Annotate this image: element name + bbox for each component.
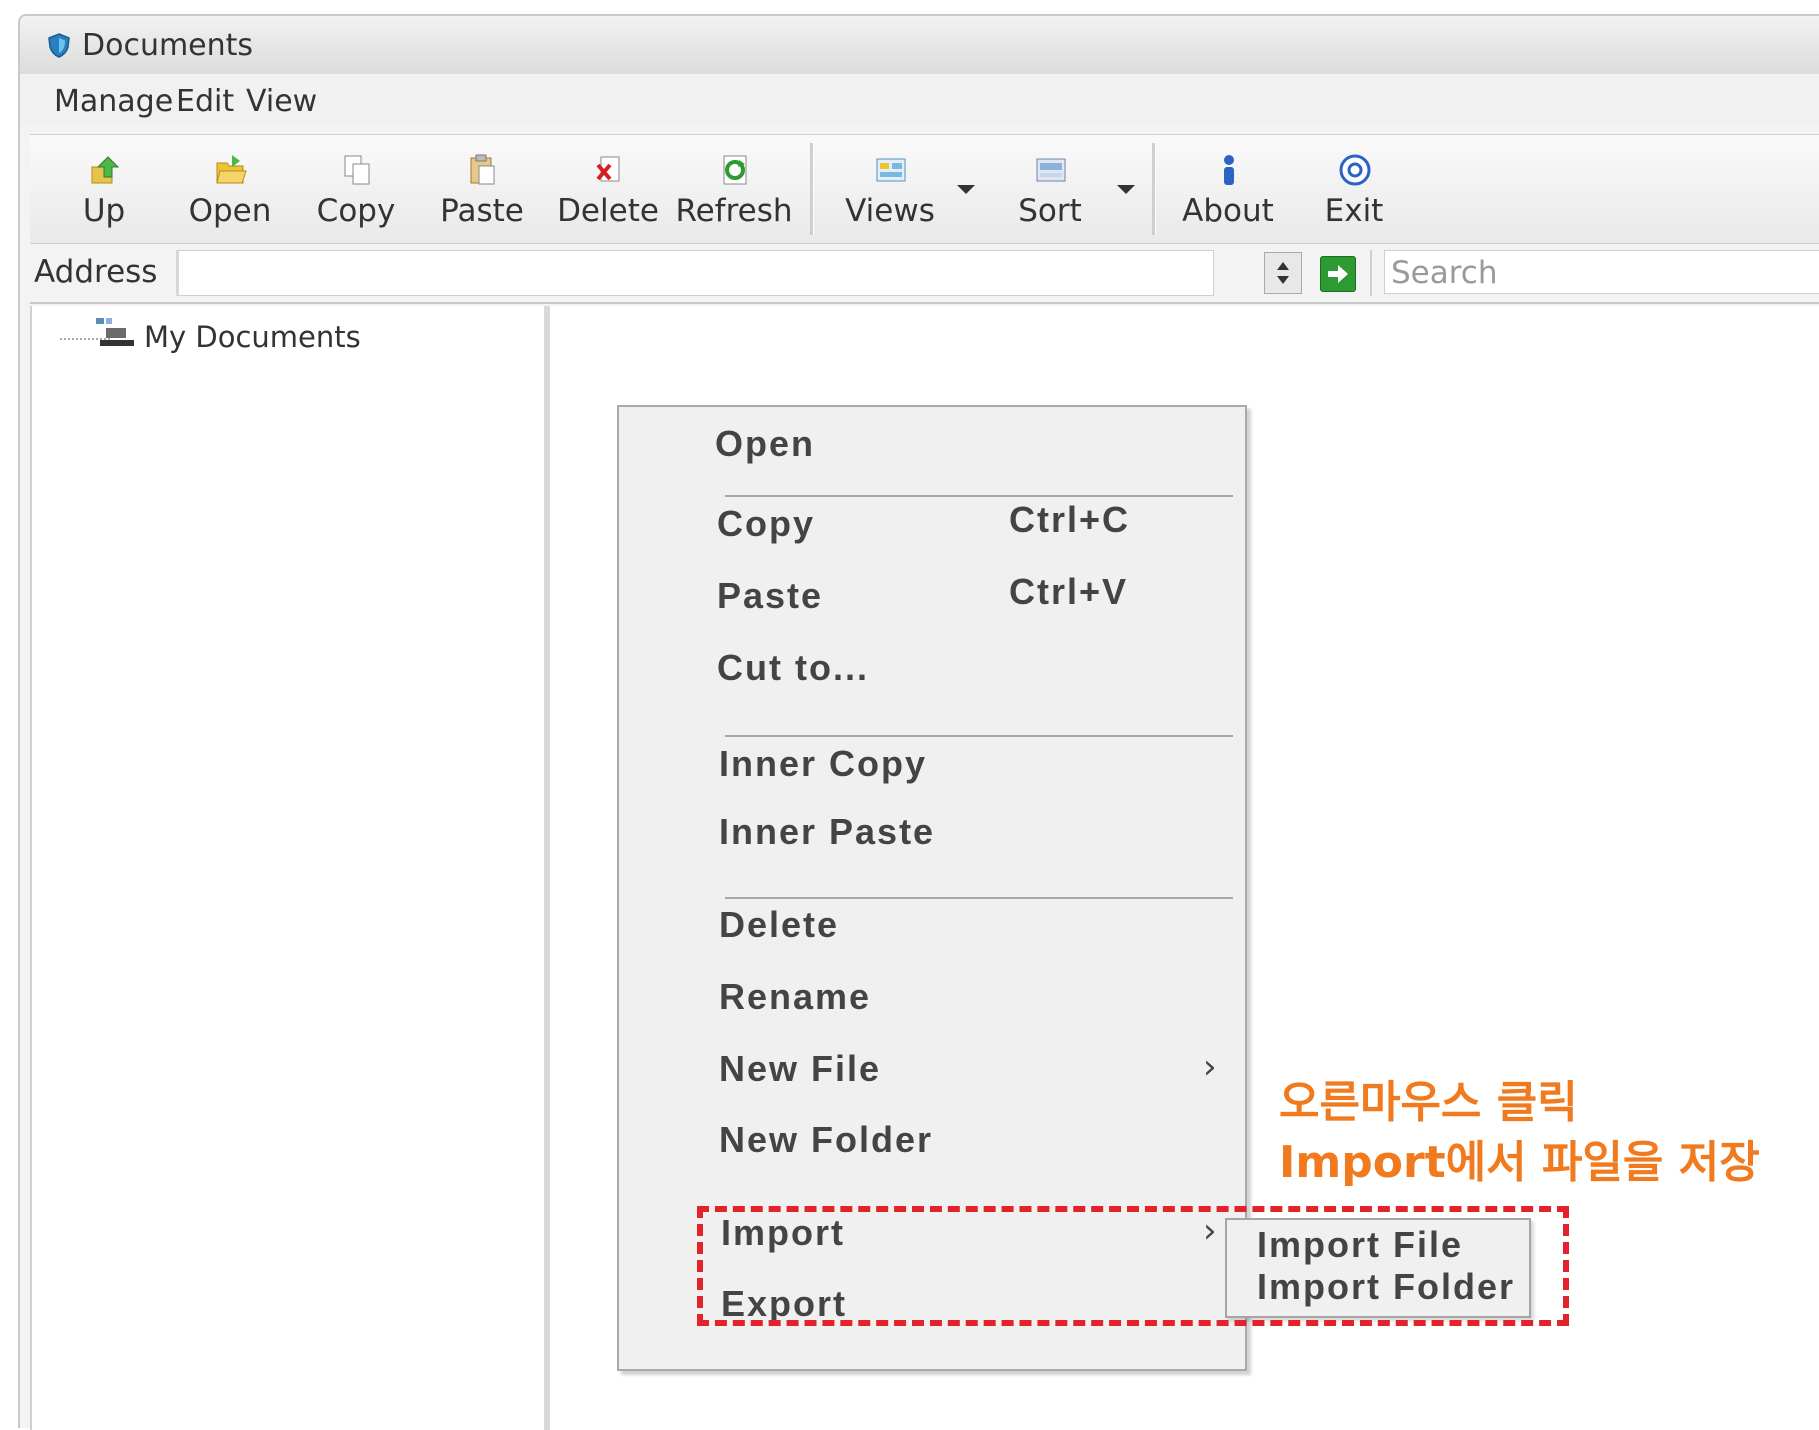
sort-dropdown-caret[interactable] <box>1117 185 1135 194</box>
menu-bar: Manage Edit View <box>20 74 1819 126</box>
annotation-line-2: Import에서 파일을 저장 <box>1279 1137 1760 1188</box>
folder-tree-pane: My Documents <box>30 306 552 1430</box>
refresh-button[interactable]: Refresh <box>674 135 794 243</box>
delete-icon <box>596 156 620 182</box>
menu-view[interactable]: View <box>246 84 317 119</box>
exit-label: Exit <box>1324 193 1384 229</box>
search-input[interactable]: Search <box>1384 250 1819 294</box>
refresh-label: Refresh <box>675 193 793 229</box>
menu-item-cut-to[interactable]: Cut to... <box>717 647 869 689</box>
delete-button[interactable]: Delete <box>548 135 668 243</box>
toolbar-separator-2 <box>1152 143 1156 235</box>
address-history-spinner[interactable] <box>1264 252 1302 294</box>
paste-label: Paste <box>440 193 524 229</box>
sort-label: Sort <box>1018 193 1082 229</box>
menu-item-inner-paste[interactable]: Inner Paste <box>719 811 935 853</box>
copy-icon <box>344 155 370 185</box>
menu-edit[interactable]: Edit <box>176 84 234 119</box>
copy-shortcut: Ctrl+C <box>1009 499 1131 540</box>
address-input[interactable] <box>176 250 1214 296</box>
views-dropdown-caret[interactable] <box>957 185 975 194</box>
copy-label: Copy <box>316 193 396 229</box>
menu-item-new-folder[interactable]: New Folder <box>719 1119 933 1161</box>
new-file-submenu-arrow-icon: › <box>1203 1047 1217 1087</box>
documents-folder-icon <box>96 318 134 346</box>
paste-shortcut: Ctrl+V <box>1009 571 1129 612</box>
menu-item-delete[interactable]: Delete <box>719 904 839 946</box>
go-button[interactable] <box>1320 256 1356 292</box>
address-bar: Address Search <box>30 244 1819 304</box>
menu-item-copy[interactable]: Copy <box>717 503 815 545</box>
annotation-line-1: 오른마우스 클릭 <box>1279 1077 1578 1128</box>
tree-item-my-documents[interactable]: My Documents <box>144 320 361 354</box>
copy-button[interactable]: Copy <box>296 135 416 243</box>
open-label: Open <box>188 193 272 229</box>
delete-label: Delete <box>557 193 659 229</box>
paste-button[interactable]: Paste <box>422 135 542 243</box>
menu-item-rename[interactable]: Rename <box>719 976 871 1018</box>
open-folder-icon <box>216 155 247 184</box>
views-button[interactable]: Views <box>830 135 950 243</box>
toolbar: Up Open Copy Paste Delete Refresh Views … <box>30 134 1819 244</box>
menu-separator <box>725 897 1233 899</box>
sort-button[interactable]: Sort <box>990 135 1110 243</box>
sort-icon <box>1036 158 1066 182</box>
window-title: Documents <box>82 28 254 63</box>
menu-item-paste[interactable]: Paste <box>717 575 823 617</box>
views-label: Views <box>845 193 935 229</box>
about-button[interactable]: About <box>1168 135 1288 243</box>
menu-separator <box>725 495 1233 497</box>
refresh-icon <box>723 155 747 185</box>
toolbar-separator <box>810 143 814 235</box>
paste-icon <box>470 154 495 185</box>
go-arrow-icon <box>1328 265 1348 283</box>
open-button[interactable]: Open <box>170 135 290 243</box>
search-separator <box>1370 250 1372 296</box>
about-label: About <box>1182 193 1274 229</box>
up-arrow-icon <box>91 156 120 184</box>
address-label: Address <box>34 254 158 290</box>
exit-icon <box>1339 154 1371 186</box>
up-down-arrows-icon <box>1277 262 1289 284</box>
exit-button[interactable]: Exit <box>1294 135 1414 243</box>
up-label: Up <box>82 193 126 229</box>
import-highlight-box <box>697 1206 1569 1326</box>
title-bar: Documents <box>20 16 1819 75</box>
shield-app-icon <box>48 33 70 58</box>
menu-manage[interactable]: Manage <box>54 84 173 119</box>
about-icon <box>1224 155 1234 185</box>
menu-item-inner-copy[interactable]: Inner Copy <box>719 743 927 785</box>
menu-separator <box>725 735 1233 737</box>
views-icon <box>876 158 906 182</box>
up-button[interactable]: Up <box>44 135 164 243</box>
menu-item-open[interactable]: Open <box>715 423 815 465</box>
menu-item-new-file[interactable]: New File <box>719 1048 881 1090</box>
